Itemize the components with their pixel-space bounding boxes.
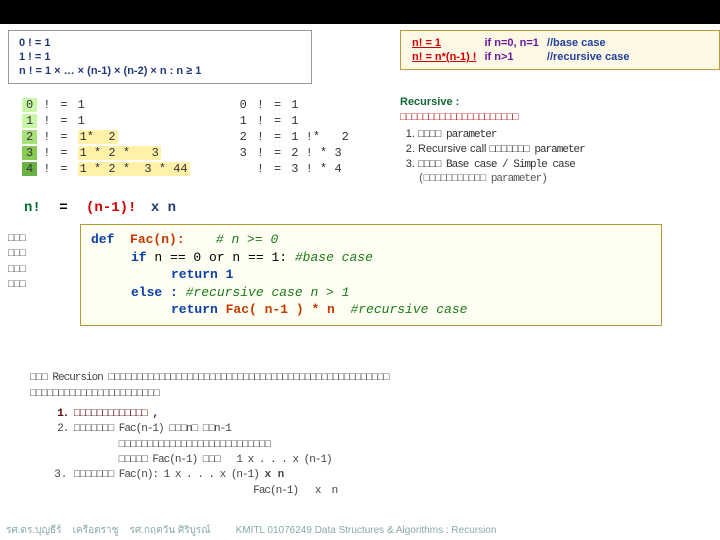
- rule-l2b: if n>1: [481, 51, 541, 63]
- thai-left: □□□ □□□ □□□ □□□: [8, 232, 25, 294]
- nfact-line: n! = (n-1)! x n: [24, 200, 176, 216]
- lower-notes: □□□ Recursion □□□□□□□□□□□□□□□□□□□□□□□□□□…: [30, 370, 710, 499]
- intro-r1: 1 ! = 1: [17, 51, 203, 63]
- rec-title: Recursive :: [400, 96, 710, 108]
- code-box: def Fac(n): # n >= 0 if n == 0 or n == 1…: [80, 224, 662, 326]
- expansion-table: 0!=1 0!=1 1!=1 1!=1 2!=1* 2 2!=1 !* 2 3!…: [20, 96, 355, 178]
- rule-l2c: //recursive case: [544, 51, 633, 63]
- rule-l1b: if n=0, n=1: [481, 37, 541, 49]
- rec-i2: Recursive call □□□□□□□ parameter: [418, 143, 710, 156]
- recursive-list: Recursive : □□□□□□□□□□□□□□□□□□□□□ □□□□ p…: [400, 96, 710, 185]
- intro-r2: n ! = 1 × … × (n-1) × (n-2) × n : n ≥ 1: [17, 65, 203, 77]
- rec-sub: □□□□□□□□□□□□□□□□□□□□□: [400, 112, 710, 124]
- rule-l2a: n! = n*(n-1) !: [409, 51, 479, 63]
- rec-i3: □□□□ Base case / Simple case: [418, 158, 710, 171]
- top-bar: [0, 0, 720, 24]
- rule-box: n! = 1 if n=0, n=1 //base case n! = n*(n…: [400, 30, 720, 70]
- factorial-intro: 0 ! = 1 1 ! = 1 n ! = 1 × … × (n-1) × (n…: [8, 30, 312, 84]
- rule-l1a: n! = 1: [409, 37, 479, 49]
- rec-tail: (□□□□□□□□□□□ parameter): [418, 173, 710, 185]
- rule-l1c: //base case: [544, 37, 633, 49]
- footer: รศ.ดร.บุญธีร์ เครือตราชู รศ.กฤตวัน ศิริบ…: [0, 523, 720, 538]
- intro-r0: 0 ! = 1: [17, 37, 203, 49]
- lower-i2: □□□□□□□ Fac(n-1) □□□n□ □□n-1 □□□□□□□□□□□…: [74, 422, 710, 468]
- lower-i1: □□□□□□□□□□□□□ ,: [74, 407, 710, 422]
- lower-i3: □□□□□□□ Fac(n): 1 x . . . x (n-1) x n Fa…: [74, 468, 710, 499]
- rec-i1: □□□□ parameter: [418, 128, 710, 141]
